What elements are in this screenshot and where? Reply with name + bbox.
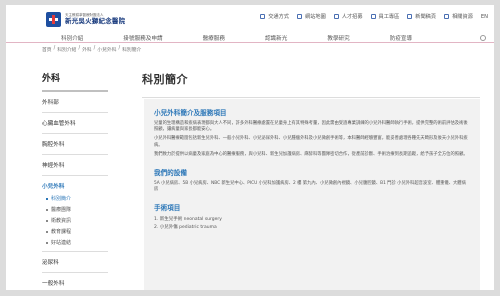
logo-name: 新光吳火獅紀念醫院 bbox=[65, 17, 126, 25]
nav-about[interactable]: 認識新光 bbox=[265, 34, 287, 42]
sidebar-subitem-team[interactable]: 醫療團隊 bbox=[42, 204, 108, 215]
overview-paragraph-2: 小兒外科醫療範圍包括新生兒外科、一般小兒外科、小兒泌尿外科、小兒腫瘤外科及小兒微… bbox=[154, 136, 468, 148]
section-heading-overview: 小兒外科簡介及服務項目 bbox=[154, 109, 227, 117]
utility-links: 交通方式 網站地圖 人才招募 員工專區 新聞稿頁 相關資源 EN bbox=[252, 13, 488, 20]
person-icon bbox=[333, 14, 339, 19]
nav-departments[interactable]: 科別介紹 bbox=[61, 34, 83, 42]
sidebar-subitem-education[interactable]: 衛教資訊 bbox=[42, 215, 108, 226]
breadcrumb: 首頁 / 科別介紹 / 外科 / 小兒外科 / 科別簡介 bbox=[42, 46, 142, 53]
sidebar-item-urology[interactable]: 泌尿科 bbox=[42, 252, 108, 273]
bullet-icon bbox=[46, 197, 48, 200]
breadcrumb-departments[interactable]: 科別介紹 bbox=[57, 46, 76, 53]
util-transport[interactable]: 交通方式 bbox=[260, 13, 289, 20]
breadcrumb-home[interactable]: 首頁 bbox=[42, 46, 52, 53]
sidebar-item-thoracic[interactable]: 胸腔外科 bbox=[42, 134, 108, 155]
resources-icon bbox=[444, 14, 450, 19]
procedure-item: 1. 新生兒手術 neonatal surgery bbox=[154, 217, 222, 223]
equipment-paragraph: 5A 小兒病房、5B 小兒病房、NBC 新生兒中心、PICU 小兒科加護病房、2… bbox=[154, 181, 466, 193]
sidebar-subitem-courses[interactable]: 教育課程 bbox=[42, 226, 108, 237]
main-nav: 科別介紹 掛號服務及申請 醫療服務 認識新光 教學研究 防疫宣導 bbox=[6, 33, 494, 43]
content-panel: 小兒外科簡介及服務項目 兒童的生理構造和疾病表現都與大人不同，許多外科醫療處置在… bbox=[144, 99, 480, 290]
util-news[interactable]: 新聞稿頁 bbox=[407, 13, 436, 20]
staff-icon bbox=[370, 14, 376, 19]
util-careers[interactable]: 人才招募 bbox=[333, 13, 363, 20]
nav-research[interactable]: 教學研究 bbox=[327, 34, 349, 42]
hospital-logo-icon bbox=[46, 11, 61, 27]
sidebar: 外科 外科部 心臟血管外科 胸腔外科 神經外科 小兒外科 科別簡介 醫療團隊 衛… bbox=[42, 71, 108, 290]
sidebar-subitems: 科別簡介 醫療團隊 衛教資訊 教育課程 好站連結 bbox=[42, 193, 108, 252]
sidebar-heading: 外科 bbox=[42, 71, 108, 92]
sidebar-item-general-surgery[interactable]: 一般外科 bbox=[42, 273, 108, 290]
page-title: 科別簡介 bbox=[142, 71, 480, 98]
main-header: 科別簡介 bbox=[142, 71, 480, 98]
util-staff[interactable]: 員工專區 bbox=[370, 13, 399, 20]
util-english[interactable]: EN bbox=[481, 14, 488, 20]
map-pin-icon bbox=[260, 14, 266, 19]
browser-frame: 天主教耕莘醫療財團法人 新光吳火獅紀念醫院 交通方式 網站地圖 人才招募 員工專… bbox=[0, 0, 500, 296]
nav-epidemic[interactable]: 防疫宣導 bbox=[390, 34, 412, 42]
bullet-icon bbox=[46, 208, 48, 211]
sidebar-item-neurosurgery[interactable]: 神經外科 bbox=[42, 155, 108, 176]
nav-registration[interactable]: 掛號服務及申請 bbox=[123, 34, 162, 42]
sidebar-subitem-overview[interactable]: 科別簡介 bbox=[42, 193, 108, 204]
sitemap-icon bbox=[297, 14, 302, 19]
bullet-icon bbox=[46, 241, 48, 244]
bullet-icon bbox=[46, 219, 48, 222]
bullet-icon bbox=[46, 230, 48, 233]
search-icon[interactable] bbox=[480, 35, 486, 41]
nav-medical-services[interactable]: 醫療服務 bbox=[203, 34, 225, 42]
sidebar-item-surgery-dept[interactable]: 外科部 bbox=[42, 92, 108, 113]
breadcrumb-current: 科別簡介 bbox=[122, 48, 142, 53]
procedure-item: 2. 小兒外傷 pediatric trauma bbox=[154, 225, 217, 231]
util-resources[interactable]: 相關資源 bbox=[444, 13, 473, 20]
breadcrumb-surgery[interactable]: 外科 bbox=[82, 46, 92, 53]
hospital-logo[interactable]: 天主教耕莘醫療財團法人 新光吳火獅紀念醫院 bbox=[46, 11, 164, 27]
section-heading-procedures: 手術項目 bbox=[154, 204, 181, 213]
sidebar-subitem-links[interactable]: 好站連結 bbox=[42, 237, 108, 248]
news-icon bbox=[407, 14, 413, 19]
overview-paragraph-3: 我們致力於提供以病童及家庭為中心的醫療服務，與小兒科、新生兒加護病房、麻醉科等團… bbox=[154, 151, 468, 157]
site-header: 天主教耕莘醫療財團法人 新光吳火獅紀念醫院 交通方式 網站地圖 人才招募 員工專… bbox=[6, 5, 494, 33]
sidebar-item-cardiovascular[interactable]: 心臟血管外科 bbox=[42, 113, 108, 134]
util-sitemap[interactable]: 網站地圖 bbox=[297, 13, 326, 20]
section-heading-equipment: 我們的設備 bbox=[154, 169, 187, 178]
breadcrumb-pediatric-surgery[interactable]: 小兒外科 bbox=[97, 46, 116, 53]
sidebar-item-pediatric-surgery[interactable]: 小兒外科 bbox=[42, 176, 108, 193]
overview-paragraph-1: 兒童的生理構造和疾病表現都與大人不同，許多外科醫療處置在兒童身上有其特殊考量，因… bbox=[154, 121, 468, 133]
